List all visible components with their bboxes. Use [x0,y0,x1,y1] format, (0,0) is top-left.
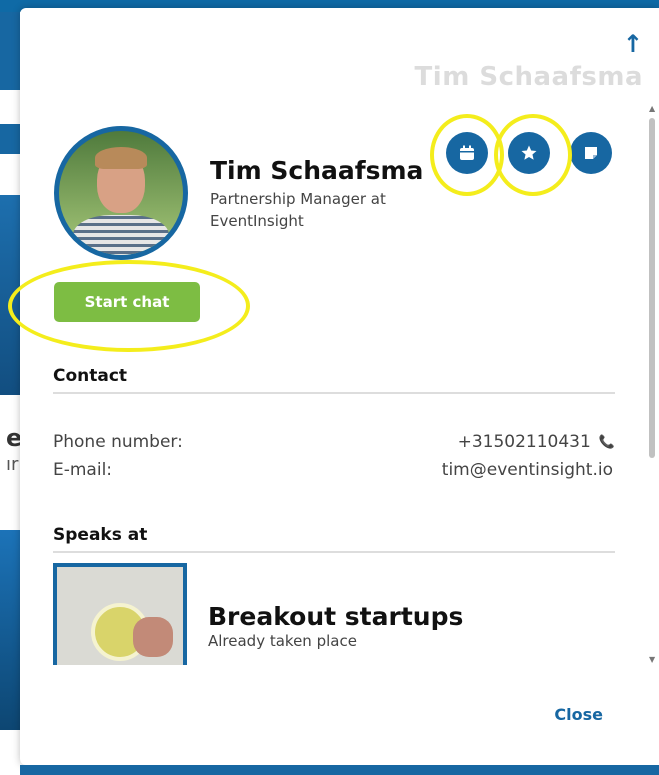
modal-header-title: Tim Schaafsma [414,62,643,92]
highlight-annotation [494,114,572,196]
profile-role: Partnership Manager at EventInsight [210,190,386,230]
session-status: Already taken place [208,632,357,650]
background-image [0,530,20,730]
phone-icon[interactable]: 📞 [599,435,615,450]
background-text: ır [6,454,19,475]
speaks-at-section-title: Speaks at [53,525,148,545]
phone-label: Phone number: [53,432,183,452]
phone-value-row: +31502110431 📞 [458,432,615,452]
scroll-down-arrow-icon[interactable]: ▼ [649,655,655,664]
highlight-annotation [8,260,250,352]
scroll-up-arrow-icon[interactable]: ▲ [649,104,655,113]
session-thumbnail[interactable] [53,563,187,677]
divider [53,551,615,553]
profile-name: Tim Schaafsma [210,156,424,185]
close-button[interactable]: Close [554,705,603,724]
background-banner [0,0,20,90]
background-bottom-bar [20,765,659,775]
phone-value[interactable]: +31502110431 [458,432,591,452]
speaker-modal: ↑ Tim Schaafsma ▲ ▼ Tim Schaafsma Partne… [8,8,659,765]
highlight-annotation [430,114,504,196]
email-label: E-mail: [53,460,113,480]
scrollbar[interactable]: ▲ ▼ [647,104,657,664]
scrollbar-thumb[interactable] [649,118,655,458]
avatar [54,126,188,260]
add-note-button[interactable] [570,132,612,174]
divider [53,392,615,394]
email-value[interactable]: tim@eventinsight.io [442,460,613,480]
contact-section-title: Contact [53,366,128,386]
note-icon [585,147,597,159]
scroll-top-icon[interactable]: ↑ [623,30,643,58]
background-banner [0,124,20,154]
session-title[interactable]: Breakout startups [208,602,463,631]
